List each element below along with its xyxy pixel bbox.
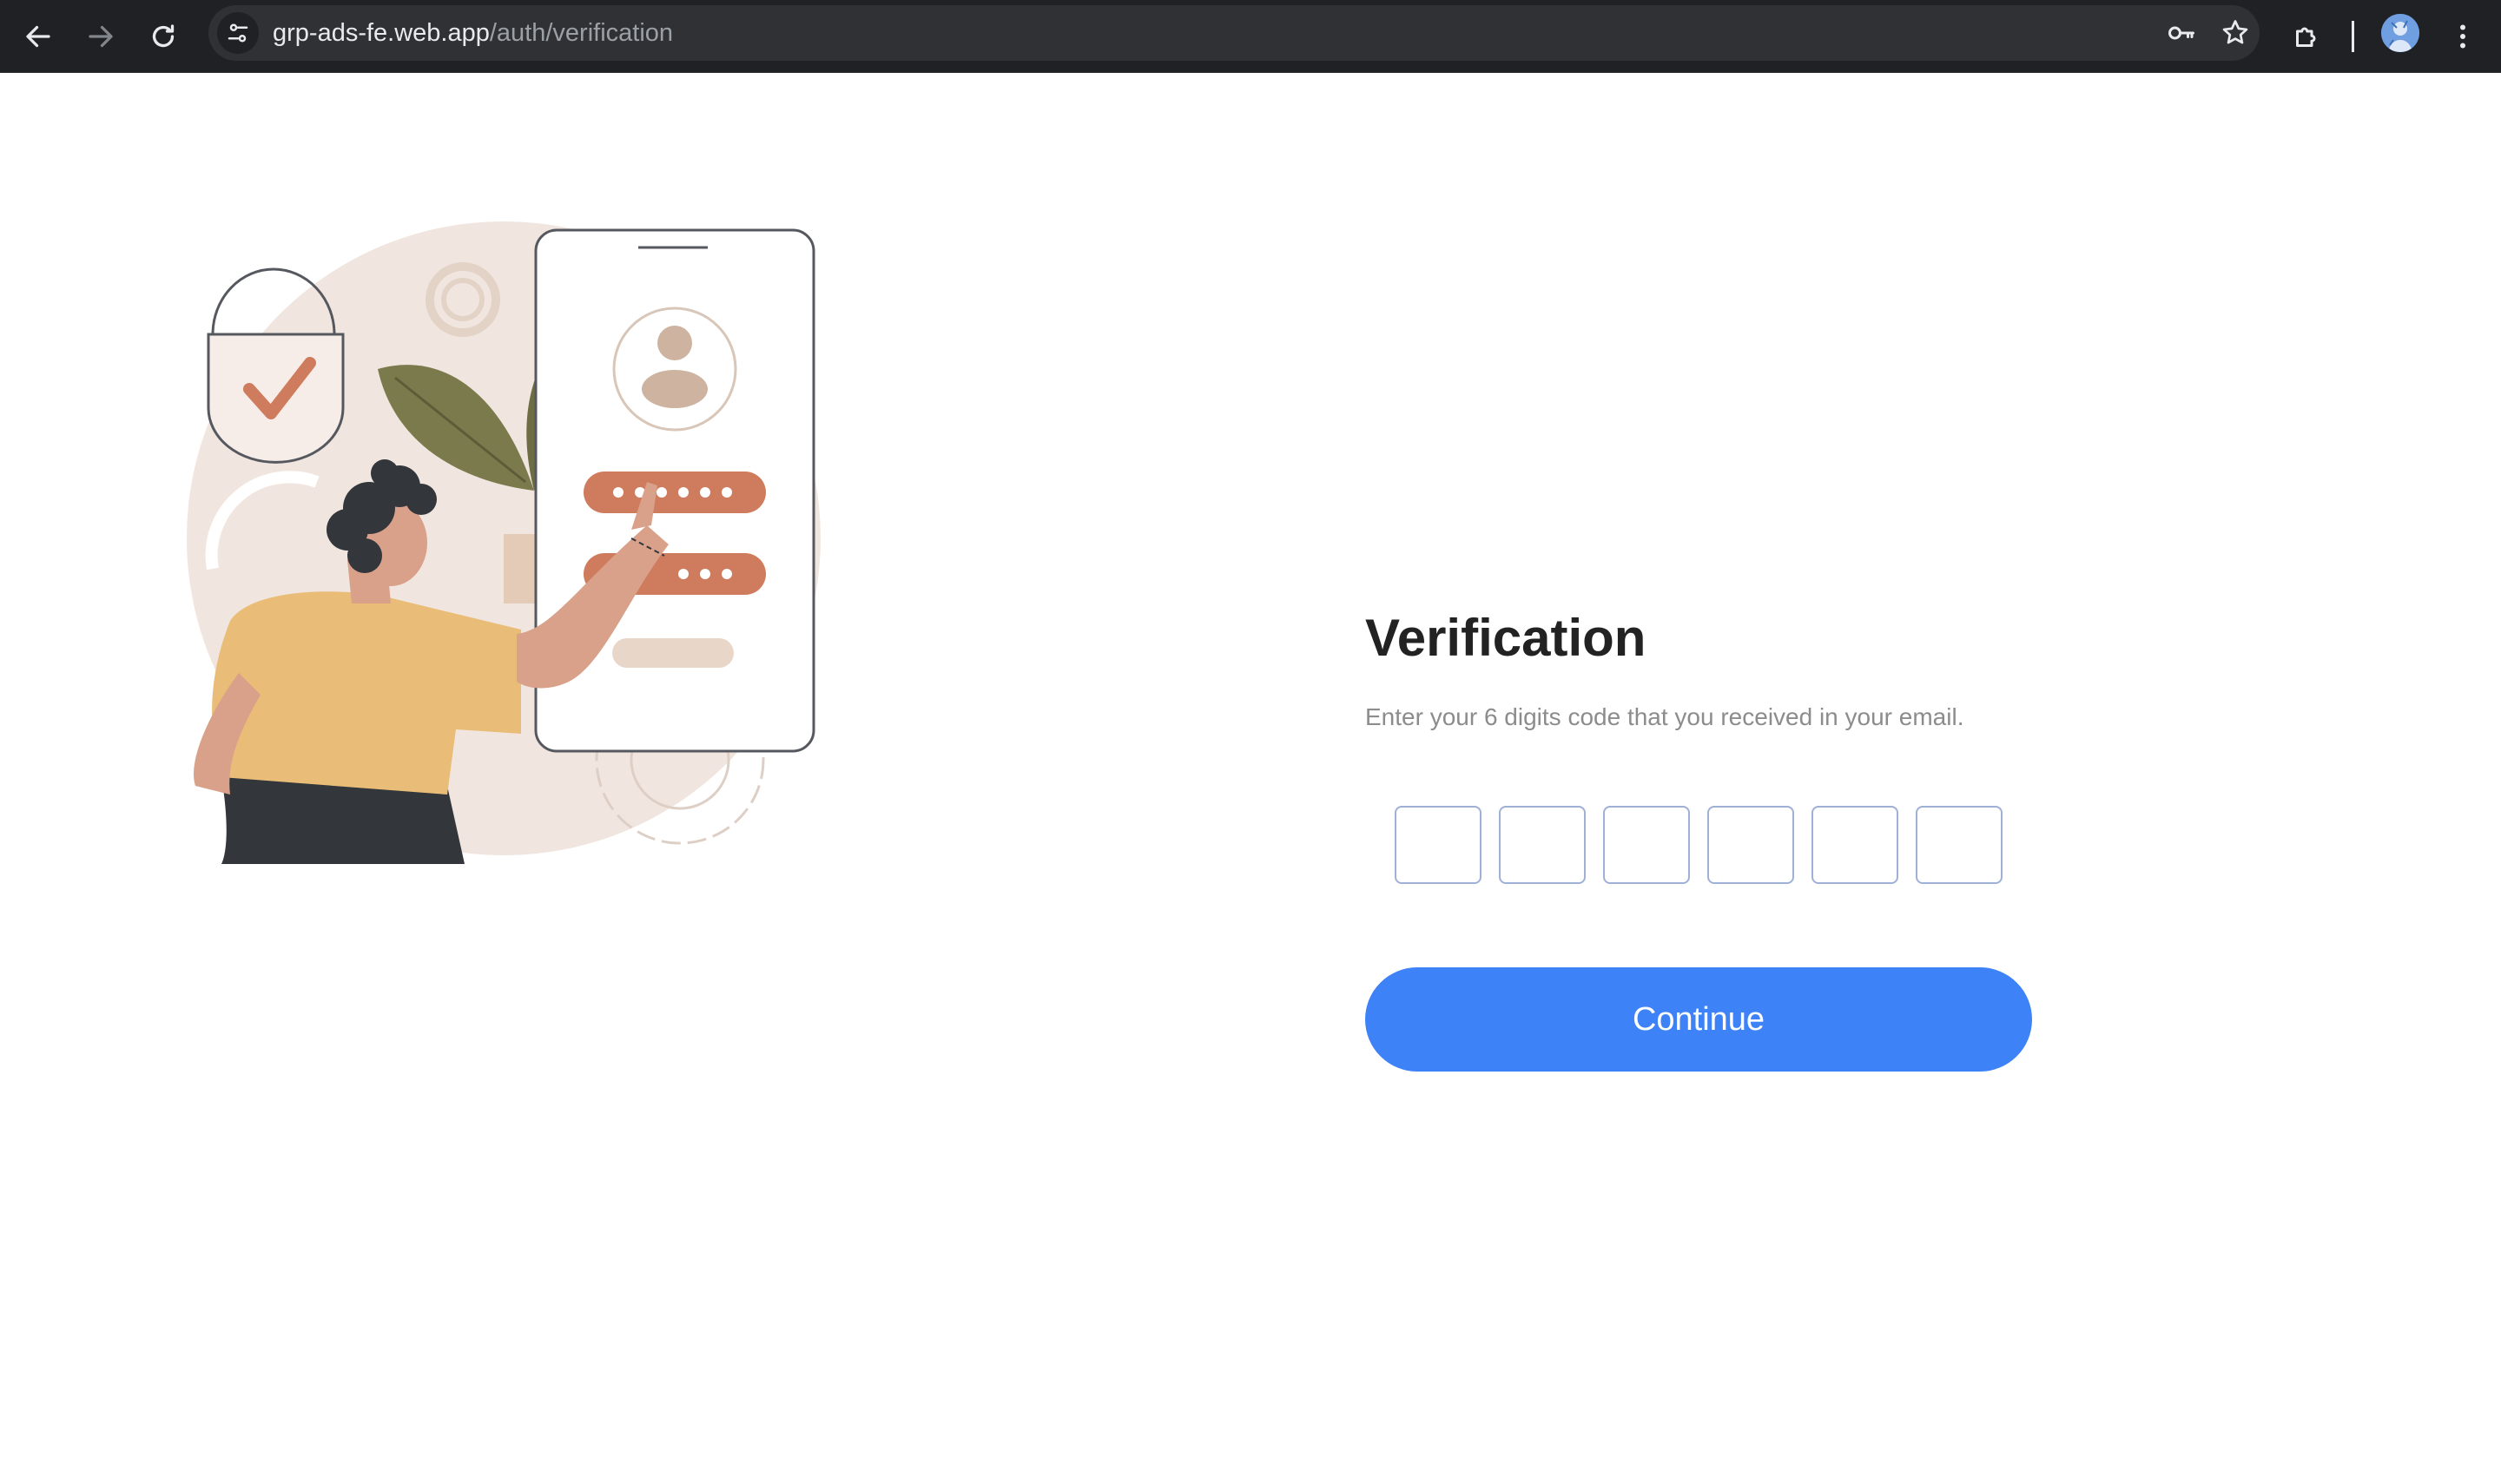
url-host: grp-ads-fe.web.app xyxy=(273,19,490,47)
code-digit-3[interactable] xyxy=(1603,806,1690,884)
browser-toolbar: grp-ads-fe.web.app/auth/verification xyxy=(0,0,2501,73)
arrow-left-icon xyxy=(26,25,50,48)
star-icon xyxy=(2222,20,2248,44)
continue-button[interactable]: Continue xyxy=(1365,967,2032,1072)
key-icon xyxy=(2168,26,2194,40)
profile-picture-icon xyxy=(2381,14,2419,52)
extensions-button[interactable] xyxy=(2282,12,2331,61)
verification-illustration xyxy=(178,221,838,864)
url-text[interactable]: grp-ads-fe.web.app/auth/verification xyxy=(273,5,673,61)
code-digit-6[interactable] xyxy=(1916,806,2003,884)
verification-illustration-icon xyxy=(187,221,821,864)
reload-icon xyxy=(152,24,175,48)
code-digit-5[interactable] xyxy=(1811,806,1898,884)
code-digit-4[interactable] xyxy=(1707,806,1794,884)
bookmark-button[interactable] xyxy=(2216,14,2254,52)
code-digit-2[interactable] xyxy=(1499,806,1586,884)
page-subtitle: Enter your 6 digits code that you receiv… xyxy=(1365,703,1964,730)
page-title: Verification xyxy=(1365,609,1646,667)
password-manager-button[interactable] xyxy=(2162,14,2201,52)
back-button[interactable] xyxy=(14,12,63,61)
site-info-button[interactable] xyxy=(217,12,259,54)
tune-icon xyxy=(228,23,248,43)
address-bar[interactable]: grp-ads-fe.web.app/auth/verification xyxy=(208,5,2260,61)
avatar[interactable] xyxy=(2381,14,2419,52)
code-digit-1[interactable] xyxy=(1395,806,1481,884)
toolbar-divider xyxy=(2352,21,2354,52)
code-input-group xyxy=(1395,806,2003,884)
reload-button[interactable] xyxy=(139,12,188,61)
kebab-menu-icon xyxy=(2460,24,2465,49)
puzzle-icon xyxy=(2296,27,2316,47)
browser-menu-button[interactable] xyxy=(2438,12,2487,61)
url-path: /auth/verification xyxy=(489,19,674,47)
arrow-right-icon xyxy=(89,25,113,48)
forward-button[interactable] xyxy=(76,12,125,61)
